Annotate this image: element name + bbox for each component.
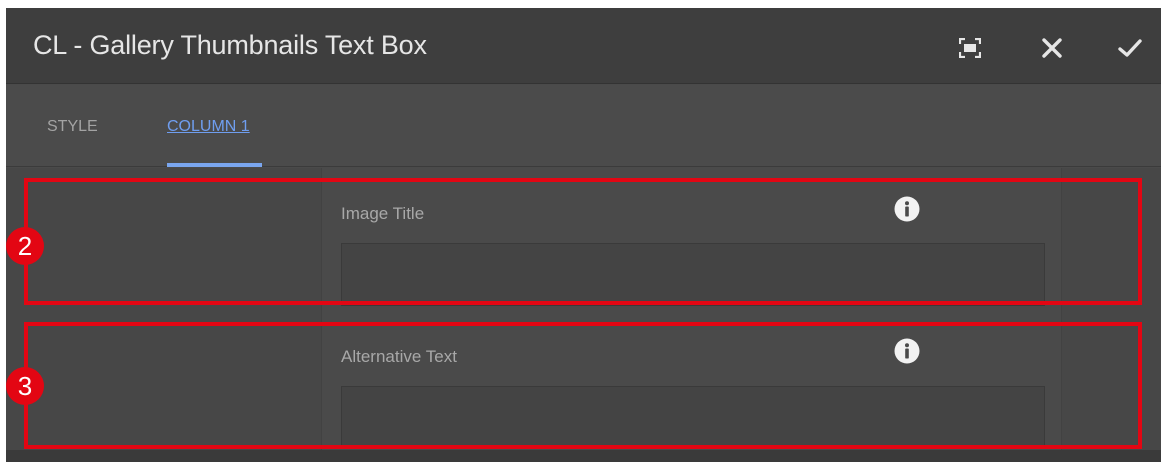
checkmark-icon bbox=[1118, 39, 1142, 57]
close-icon bbox=[1042, 38, 1062, 58]
callout-badge-3: 3 bbox=[6, 367, 44, 405]
background-strip bbox=[6, 450, 1161, 462]
callout-highlight-2 bbox=[24, 178, 1142, 305]
tab-bar: STYLE COLUMN 1 bbox=[6, 85, 1161, 167]
dialog-titlebar: CL - Gallery Thumbnails Text Box bbox=[6, 8, 1161, 84]
tab-style[interactable]: STYLE bbox=[47, 118, 98, 136]
callout-badge-2: 2 bbox=[6, 227, 44, 265]
dialog-title: CL - Gallery Thumbnails Text Box bbox=[33, 30, 427, 60]
tab-column-1[interactable]: COLUMN 1 bbox=[167, 118, 250, 136]
fullscreen-button[interactable] bbox=[956, 34, 984, 62]
close-button[interactable] bbox=[1038, 34, 1066, 62]
done-button[interactable] bbox=[1116, 34, 1144, 62]
fullscreen-icon bbox=[959, 38, 981, 58]
callout-highlight-3 bbox=[24, 322, 1142, 449]
active-tab-indicator bbox=[167, 163, 262, 167]
